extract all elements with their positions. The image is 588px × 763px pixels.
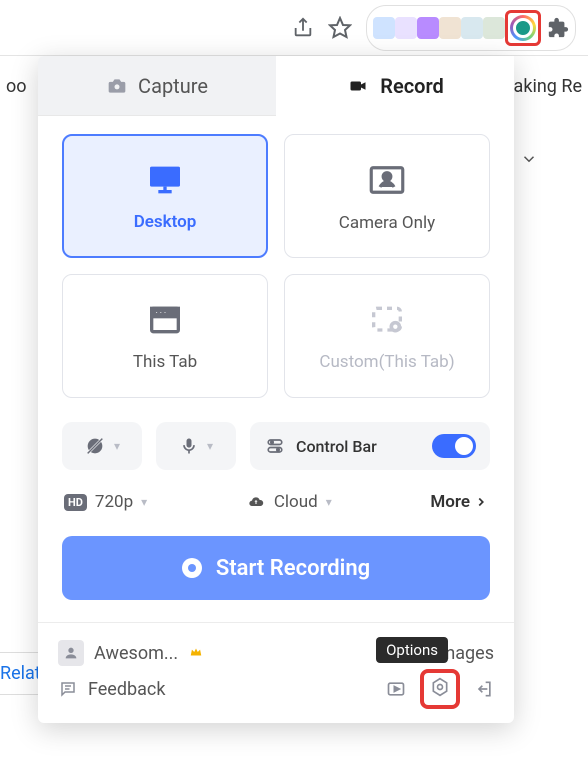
extension-icon[interactable] [395, 17, 417, 39]
user-name: Awesom... [94, 643, 178, 664]
toggle-switch[interactable] [432, 434, 476, 458]
gear-icon[interactable] [430, 677, 450, 697]
more-button[interactable]: More [430, 492, 488, 512]
extensions-puzzle-icon[interactable] [547, 17, 569, 39]
card-label: Custom(This Tab) [319, 352, 454, 372]
webcam-off-icon [84, 435, 106, 457]
options-button-highlight [420, 669, 460, 709]
control-bar-icon [264, 437, 286, 455]
storage-selector[interactable]: Cloud ▾ [246, 492, 332, 512]
feedback-link[interactable]: Feedback [58, 679, 165, 700]
webcam-toggle[interactable]: ▾ [62, 422, 142, 470]
extension-icon[interactable] [439, 17, 461, 39]
tab-label: Capture [138, 74, 208, 98]
video-icon [346, 77, 370, 95]
storage-label: Cloud [274, 492, 318, 512]
extensions-strip [366, 5, 576, 51]
card-label: Desktop [134, 212, 197, 232]
desktop-icon [141, 160, 189, 200]
extension-icon[interactable] [373, 17, 395, 39]
custom-area-icon [363, 300, 411, 340]
bookmark-star-icon[interactable] [328, 16, 352, 40]
mode-this-tab[interactable]: This Tab [62, 274, 268, 398]
awesome-screenshot-extension-icon[interactable] [510, 15, 536, 41]
feedback-label: Feedback [88, 679, 165, 700]
mic-toggle[interactable]: ▾ [156, 422, 236, 470]
tab-icon [141, 300, 189, 340]
chevron-right-icon [474, 495, 488, 509]
footer-icons [386, 669, 494, 709]
avatar-icon [58, 640, 84, 666]
record-icon [182, 558, 202, 578]
control-bar-label: Control Bar [296, 437, 377, 456]
options-tooltip: Options [376, 637, 448, 663]
chevron-down-icon: ▾ [141, 495, 147, 509]
more-label: More [430, 492, 470, 512]
control-bar-toggle[interactable]: Control Bar [250, 422, 490, 470]
share-icon[interactable] [292, 17, 314, 39]
tab-record[interactable]: Record [276, 56, 514, 116]
card-label: Camera Only [339, 213, 435, 233]
mode-desktop[interactable]: Desktop [62, 134, 268, 258]
camera-only-icon [360, 159, 414, 201]
quality-label: 720p [95, 492, 133, 512]
tab-label: Record [380, 74, 444, 98]
start-label: Start Recording [216, 556, 370, 581]
crown-icon [188, 643, 204, 664]
logout-icon[interactable] [474, 679, 494, 699]
bg-text-right: aking Re [514, 76, 582, 97]
camera-icon [106, 76, 128, 96]
quality-selector[interactable]: HD 720p ▾ [64, 492, 147, 512]
tab-capture[interactable]: Capture [38, 56, 276, 116]
extension-icon[interactable] [417, 17, 439, 39]
settings-row: HD 720p ▾ Cloud ▾ More [38, 476, 514, 530]
microphone-icon [179, 435, 199, 457]
chevron-down-icon: ▾ [207, 439, 213, 453]
extension-popup: Capture Record Desktop Camera Only This … [38, 56, 514, 723]
record-mode-grid: Desktop Camera Only This Tab Custom(This… [38, 116, 514, 408]
hd-icon: HD [64, 494, 87, 511]
mode-camera-only[interactable]: Camera Only [284, 134, 490, 258]
cloud-upload-icon [246, 494, 266, 510]
feedback-icon [58, 680, 78, 698]
mode-custom[interactable]: Custom(This Tab) [284, 274, 490, 398]
videos-icon[interactable] [386, 679, 406, 699]
card-label: This Tab [133, 352, 197, 372]
tab-bar: Capture Record [38, 56, 514, 116]
popup-footer: Awesom... mages Feedback Options [38, 622, 514, 723]
user-account[interactable]: Awesom... [58, 640, 204, 666]
bg-text-left: oo [6, 76, 27, 97]
browser-toolbar [0, 0, 588, 56]
chevron-down-icon [520, 150, 538, 168]
chevron-down-icon: ▾ [326, 495, 332, 509]
chevron-down-icon: ▾ [114, 439, 120, 453]
start-recording-button[interactable]: Start Recording [62, 536, 490, 600]
controls-row: ▾ ▾ Control Bar [38, 408, 514, 476]
extension-icon[interactable] [483, 17, 505, 39]
extension-icon[interactable] [461, 17, 483, 39]
active-extension-highlight [505, 10, 541, 46]
bg-chevron [520, 150, 538, 172]
